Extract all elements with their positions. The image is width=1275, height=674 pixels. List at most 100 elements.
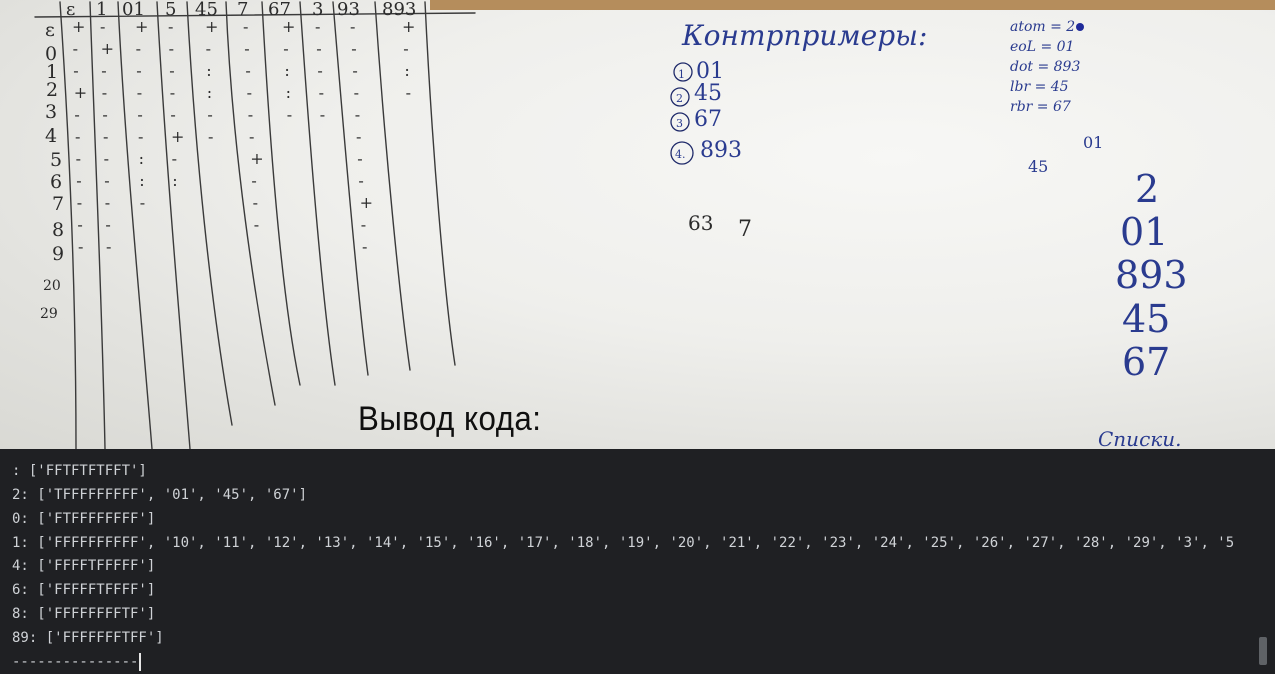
svg-text:63: 63 [688, 211, 713, 235]
grid-mark: - [75, 127, 80, 146]
grid-mark: - [316, 39, 321, 58]
grid-mark: + [402, 17, 415, 36]
grid-mark: - [74, 105, 79, 124]
counterexample-value: 45 [694, 81, 722, 106]
grid-mark: - [357, 149, 362, 168]
grid-mark: - [169, 39, 174, 58]
grid-mark: : [172, 171, 177, 190]
counterexample-number: 2 [676, 92, 683, 105]
grid-mark: : [139, 149, 144, 168]
big-column-value: 67 [1122, 340, 1170, 384]
grid-mark: - [354, 83, 359, 102]
grid-mark: - [103, 127, 108, 146]
grid-mark: : [206, 61, 211, 80]
table-row-label: 5 [50, 149, 62, 171]
table-row-label: 4 [45, 125, 57, 147]
grid-mark: : [139, 171, 144, 190]
big-column-value: 2 [1135, 167, 1159, 211]
grid-mark: + [282, 17, 295, 36]
grid-mark: - [253, 193, 258, 212]
grid-mark: : [207, 83, 212, 102]
grid-mark: - [137, 83, 142, 102]
grid-mark: + [205, 17, 218, 36]
grid-mark: + [101, 39, 114, 58]
grid-mark: - [254, 215, 259, 234]
grid-mark: - [358, 171, 363, 190]
grid-mark: - [76, 149, 81, 168]
grid-mark: - [243, 17, 248, 36]
terminal-line: 2: ['TFFFFFFFFF', '01', '45', '67'] [12, 487, 308, 503]
grid-mark: : [286, 83, 291, 102]
grid-mark: - [206, 39, 211, 58]
terminal-output-panel[interactable]: : ['FFTFTFTFFT'] 2: ['TFFFFFFFFF', '01',… [0, 449, 1275, 674]
table-row-label: 9 [52, 243, 64, 265]
grid-mark: - [249, 127, 254, 146]
grid-mark: - [73, 61, 78, 80]
legend-entry: eoL = 01 [1010, 39, 1074, 55]
grid-mark: - [102, 83, 107, 102]
grid-mark: : [284, 61, 289, 80]
grid-mark: + [74, 83, 87, 102]
grid-mark: - [105, 215, 110, 234]
grid-mark: - [251, 171, 256, 190]
terminal-scrollbar[interactable] [1259, 637, 1267, 665]
grid-mark: - [170, 83, 175, 102]
counterexample-value: 893 [700, 138, 742, 163]
svg-text:01: 01 [1083, 133, 1103, 152]
svg-text:45: 45 [1028, 157, 1048, 176]
terminal-line: 89: ['FFFFFFFTFF'] [12, 630, 164, 646]
grid-mark: - [137, 105, 142, 124]
grid-mark: - [356, 127, 361, 146]
grid-mark: - [169, 61, 174, 80]
grid-mark: - [208, 127, 213, 146]
svg-text:Списки.: Списки. [1098, 427, 1181, 449]
grid-mark: - [406, 83, 411, 102]
grid-mark: - [315, 17, 320, 36]
grid-mark: + [135, 17, 148, 36]
grid-mark: - [106, 237, 111, 256]
legend-entry: atom = 2 [1010, 19, 1075, 35]
grid-mark: - [283, 39, 288, 58]
terminal-line: 0: ['FTFFFFFFFF'] [12, 511, 156, 527]
table-row-label: ε [45, 19, 55, 41]
grid-mark: : [404, 61, 409, 80]
grid-mark: - [403, 39, 408, 58]
counterexample-number: 4. [675, 148, 686, 161]
terminal-line: 6: ['FFFFFTFFFF'] [12, 582, 156, 598]
grid-mark: - [104, 171, 109, 190]
grid-mark: - [170, 105, 175, 124]
grid-mark: - [319, 83, 324, 102]
svg-text:7: 7 [738, 217, 752, 242]
grid-mark: - [362, 237, 367, 256]
code-output-caption: Вывод кода: [358, 400, 542, 438]
grid-mark: - [320, 105, 325, 124]
terminal-line: : ['FFTFTFTFFT'] [12, 463, 147, 479]
text-cursor [139, 653, 142, 671]
legend-entry: rbr = 67 [1010, 99, 1071, 115]
terminal-prompt-line[interactable]: --------------- [12, 653, 142, 671]
grid-mark: - [172, 149, 177, 168]
table-row-label: 7 [52, 193, 64, 215]
grid-mark: - [287, 105, 292, 124]
terminal-line: 4: ['FFFFTFFFFF'] [12, 558, 156, 574]
grid-mark: - [105, 193, 110, 212]
notes-photo: ε 1 01 5 45 7 67 3 93 893 ε 0 1 2 3 4 5 6 7 8 9 20 29 + - + - + - +… [0, 0, 1275, 449]
table-row-label: 8 [52, 219, 64, 241]
grid-mark: - [100, 17, 105, 36]
grid-mark: - [104, 149, 109, 168]
grid-mark: - [355, 105, 360, 124]
counterexample-value: 67 [694, 107, 722, 132]
grid-mark: - [352, 61, 357, 80]
legend-entry: dot = 893 [1010, 59, 1080, 75]
table-row-label: 6 [50, 171, 62, 193]
grid-mark: - [101, 61, 106, 80]
table-row-label: 3 [45, 101, 57, 123]
grid-mark: - [361, 215, 366, 234]
grid-mark: - [102, 105, 107, 124]
grid-mark: + [360, 193, 373, 212]
grid-mark: - [168, 17, 173, 36]
grid-mark: - [140, 193, 145, 212]
terminal-line: 8: ['FFFFFFFFTF'] [12, 606, 156, 622]
terminal-line: 1: ['FFFFFFFFFF', '10', '11', '12', '13'… [12, 535, 1235, 551]
grid-mark: - [350, 17, 355, 36]
